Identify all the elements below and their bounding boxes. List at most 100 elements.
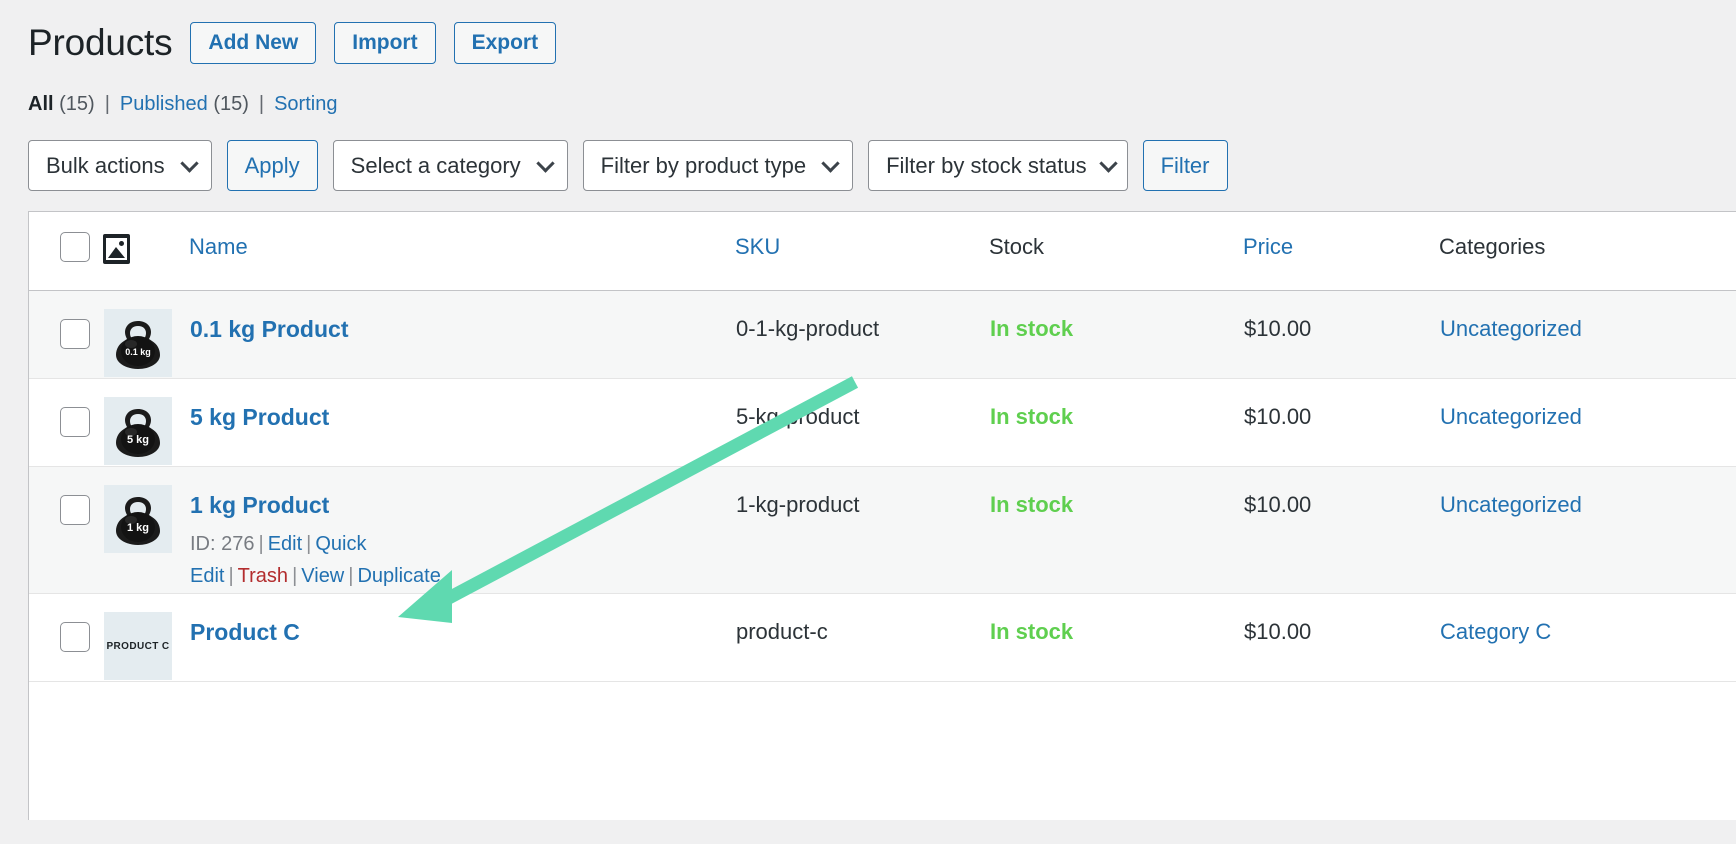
row-sku-cell: 1-kg-product bbox=[736, 492, 860, 517]
row-select-cell bbox=[29, 291, 103, 379]
row-thumbnail-cell: 5 kg bbox=[103, 379, 189, 467]
row-action-duplicate[interactable]: Duplicate bbox=[357, 565, 440, 587]
row-actions: ID: 276 | Edit | Quick Edit | Trash | View | Dupli… bbox=[190, 528, 620, 592]
row-stock-cell: In stock bbox=[989, 291, 1243, 379]
row-select-cell bbox=[29, 379, 103, 467]
stock-column-header: Stock bbox=[989, 212, 1243, 291]
row-action-separator: | bbox=[258, 533, 264, 555]
product-thumbnail[interactable]: 5 kg bbox=[104, 397, 172, 465]
row-thumbnail-cell: PRODUCT C bbox=[103, 594, 189, 682]
svg-text:1 kg: 1 kg bbox=[127, 522, 149, 534]
price-column-label: Price bbox=[1243, 234, 1294, 259]
products-table: Name SKU Stock Price Categories 0.1 kg 0.… bbox=[29, 212, 1736, 682]
filter-button[interactable]: Filter bbox=[1142, 140, 1228, 191]
table-header-row: Name SKU Stock Price Categories bbox=[29, 212, 1736, 291]
bulk-actions-label: Bulk actions bbox=[46, 152, 165, 178]
status-filter-links: All (15) | Published (15) | Sorting bbox=[0, 64, 1736, 118]
status-link-published[interactable]: Published bbox=[120, 90, 208, 118]
sku-column-header[interactable]: SKU bbox=[735, 212, 989, 291]
table-row: PRODUCT C Product C product-c In stock $10.0… bbox=[29, 594, 1736, 682]
stock-status-badge: In stock bbox=[990, 619, 1074, 644]
stock-status-badge: In stock bbox=[990, 404, 1074, 429]
product-name-link[interactable]: 5 kg Product bbox=[190, 404, 329, 430]
product-name-link[interactable]: Product C bbox=[190, 619, 300, 645]
stock-status-badge: In stock bbox=[990, 492, 1074, 517]
stock-column-label: Stock bbox=[989, 234, 1045, 259]
product-category-link[interactable]: Uncategorized bbox=[1440, 492, 1582, 517]
row-select-cell bbox=[29, 594, 103, 682]
row-stock-cell: In stock bbox=[989, 594, 1243, 682]
row-name-cell: 0.1 kg Product bbox=[189, 291, 735, 379]
product-price: $10.00 bbox=[1244, 492, 1312, 517]
row-checkbox[interactable] bbox=[60, 319, 90, 349]
table-header: Name SKU Stock Price Categories bbox=[29, 212, 1736, 291]
status-count-published: (15) bbox=[213, 93, 249, 115]
row-sku-cell: product-c bbox=[736, 619, 828, 644]
row-action-view[interactable]: View bbox=[301, 565, 344, 587]
price-column-header[interactable]: Price bbox=[1243, 212, 1439, 291]
category-filter-select[interactable]: Select a category bbox=[332, 140, 568, 191]
categories-column-header: Categories bbox=[1439, 212, 1736, 291]
page-title: Products bbox=[28, 21, 173, 63]
row-checkbox[interactable] bbox=[60, 495, 90, 525]
row-action-separator: | bbox=[228, 565, 234, 587]
export-button[interactable]: Export bbox=[453, 22, 557, 64]
product-category-link[interactable]: Uncategorized bbox=[1440, 316, 1582, 341]
stock-status-filter-label: Filter by stock status bbox=[886, 152, 1087, 178]
sku-column-label: SKU bbox=[735, 234, 781, 259]
row-price-cell: $10.00 bbox=[1243, 291, 1439, 379]
product-name-link[interactable]: 0.1 kg Product bbox=[190, 316, 348, 342]
import-button[interactable]: Import bbox=[334, 22, 436, 64]
table-row: 0.1 kg 0.1 kg Product 0-1-kg-product In sto… bbox=[29, 290, 1736, 379]
product-price: $10.00 bbox=[1244, 404, 1312, 429]
row-name-cell: 1 kg Product ID: 276 | Edit | Quick Edit | Tras… bbox=[189, 467, 735, 594]
product-price: $10.00 bbox=[1244, 316, 1312, 341]
product-thumbnail[interactable]: 0.1 kg bbox=[104, 309, 172, 377]
row-price-cell: $10.00 bbox=[1243, 379, 1439, 467]
product-category-link[interactable]: Uncategorized bbox=[1440, 404, 1582, 429]
product-thumbnail[interactable]: PRODUCT C bbox=[104, 612, 172, 680]
row-action-separator: | bbox=[306, 533, 312, 555]
filter-toolbar: Bulk actions Apply Select a category Fil… bbox=[0, 118, 1736, 191]
select-all-header bbox=[29, 212, 103, 291]
status-link-sorting[interactable]: Sorting bbox=[274, 90, 337, 118]
row-checkbox[interactable] bbox=[60, 622, 90, 652]
row-price-cell: $10.00 bbox=[1243, 594, 1439, 682]
row-action-trash[interactable]: Trash bbox=[238, 565, 288, 587]
row-action-id: ID: 276 bbox=[190, 533, 255, 555]
row-select-cell bbox=[29, 467, 103, 594]
image-icon-dot bbox=[119, 241, 124, 246]
product-price: $10.00 bbox=[1244, 619, 1312, 644]
kettlebell-icon: 5 kg bbox=[116, 409, 160, 457]
row-thumbnail-cell: 0.1 kg bbox=[103, 291, 189, 379]
row-stock-cell: In stock bbox=[989, 467, 1243, 594]
product-name-link[interactable]: 1 kg Product bbox=[190, 492, 329, 518]
page-header: Products Add New Import Export bbox=[0, 0, 1736, 64]
product-thumbnail[interactable]: 1 kg bbox=[104, 485, 172, 553]
product-type-filter-select[interactable]: Filter by product type bbox=[582, 140, 854, 191]
category-filter-label: Select a category bbox=[350, 152, 521, 178]
apply-button[interactable]: Apply bbox=[226, 140, 318, 191]
image-column-header bbox=[103, 212, 189, 291]
status-separator-2: | bbox=[258, 93, 265, 115]
status-link-all[interactable]: All bbox=[28, 90, 54, 118]
table-body: 0.1 kg 0.1 kg Product 0-1-kg-product In sto… bbox=[29, 290, 1736, 682]
bulk-actions-select[interactable]: Bulk actions bbox=[28, 140, 212, 191]
table-row: 5 kg 5 kg Product 5-kg-product In stock $10.… bbox=[29, 379, 1736, 467]
row-action-separator: | bbox=[348, 565, 354, 587]
row-name-cell: 5 kg Product bbox=[189, 379, 735, 467]
chevron-down-icon bbox=[1098, 153, 1118, 173]
stock-status-filter-select[interactable]: Filter by stock status bbox=[868, 140, 1128, 191]
chevron-down-icon bbox=[535, 153, 555, 173]
row-sku-cell: 5-kg-product bbox=[736, 404, 860, 429]
row-name-cell: Product C bbox=[189, 594, 735, 682]
row-categories-cell: Uncategorized bbox=[1439, 291, 1736, 379]
product-category-link[interactable]: Category C bbox=[1440, 619, 1551, 644]
name-column-header[interactable]: Name bbox=[189, 212, 735, 291]
row-action-edit[interactable]: Edit bbox=[268, 533, 302, 555]
product-thumbnail-text: PRODUCT C bbox=[106, 640, 170, 652]
add-new-button[interactable]: Add New bbox=[190, 22, 317, 64]
table-row: 1 kg 1 kg Product ID: 276 | Edit | Quick Edit |… bbox=[29, 466, 1736, 594]
select-all-checkbox[interactable] bbox=[60, 232, 90, 262]
row-checkbox[interactable] bbox=[60, 407, 90, 437]
